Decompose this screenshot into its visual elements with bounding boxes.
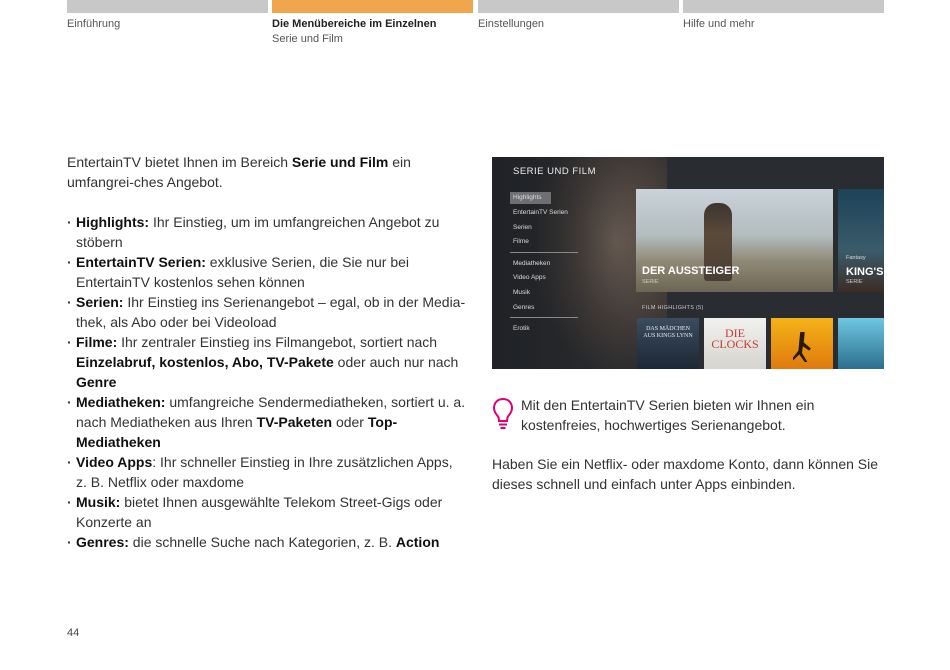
tab-label: Hilfe und mehr [683,18,755,30]
list-item: Mediatheken: umfangreiche Sendermediathe… [67,392,467,452]
poster-title: DIE CLOCKS [711,326,759,351]
tab-label: Einstellungen [478,18,545,30]
side-genre: Fantasy [846,255,866,261]
tv-menu-item[interactable]: Video Apps [510,271,582,286]
tab-hilfe[interactable]: Hilfe und mehr [683,0,884,30]
tab-label: Die Menübereiche im Einzelnen [272,18,437,30]
poster-tile[interactable] [838,318,884,369]
tv-menu: Highlights EntertainTV Serien Serien Fil… [510,192,582,337]
note-paragraph: Haben Sie ein Netflix- oder maxdome Kont… [492,456,879,492]
main-text: EntertainTV bietet Ihnen im Bereich Seri… [67,152,467,552]
tv-menu-item[interactable]: EntertainTV Serien [510,206,582,221]
list-item: Musik: bietet Ihnen ausgewählte Telekom … [67,492,467,532]
intro-paragraph: EntertainTV bietet Ihnen im Bereich Seri… [67,152,467,192]
tab-menuebereiche[interactable]: Die Menübereiche im Einzelnen Serie und … [272,0,473,45]
side-subtitle: SERIE [846,279,863,285]
poster-tile[interactable]: DIE CLOCKS [704,318,766,369]
tv-screenshot: SERIE UND FILM Highlights EntertainTV Se… [492,157,884,369]
intro-text: EntertainTV bietet Ihnen im Bereich [67,154,292,170]
poster-tile[interactable]: DAS MÄDCHEN AUS KINGS LYNN [637,318,699,369]
tv-menu-divider [510,251,578,253]
list-item: EntertainTV Serien: exklusive Serien, di… [67,252,467,292]
feature-list: Highlights: Ihr Einstieg, um im umfangre… [67,212,467,552]
tab-bar [683,0,884,13]
tv-menu-item-highlights[interactable]: Highlights [510,192,551,204]
side-title: KING'S [846,266,884,278]
list-item: Video Apps: Ihr schneller Einstieg in Ih… [67,452,467,492]
tv-row-label: FILM HIGHLIGHTS (5) [642,305,704,311]
tab-einfuehrung[interactable]: Einführung [67,0,268,30]
page-number: 44 [67,627,80,639]
hero-subtitle: SERIE [642,279,659,285]
section-tabs: Einführung Die Menübereiche im Einzelnen… [67,0,884,60]
tv-menu-item[interactable]: Mediatheken [510,257,582,272]
tab-bar [67,0,268,13]
tv-menu-item[interactable]: Erotik [510,322,582,337]
tv-menu-item[interactable]: Musik [510,286,582,301]
hero-title: DER AUSSTEIGER [642,265,740,277]
poster-tile[interactable] [771,318,833,369]
intro-bold: Serie und Film [291,154,389,170]
hint-text: Mit den EntertainTV Serien bieten wir Ih… [521,397,815,433]
tv-hero-tile[interactable]: DER AUSSTEIGER SERIE [636,189,833,292]
tab-label: Einführung [67,18,121,30]
poster-title: DAS MÄDCHEN AUS KINGS LYNN [643,326,693,339]
list-item: Highlights: Ihr Einstieg, um im umfangre… [67,212,467,252]
tv-menu-item[interactable]: Serien [510,221,582,236]
poster-runner-silhouette [793,332,811,362]
tv-menu-item[interactable]: Filme [510,235,582,250]
tab-sublabel: Serie und Film [272,33,343,45]
list-item: Filme: Ihr zentraler Einstieg ins Filman… [67,332,467,392]
tab-einstellungen[interactable]: Einstellungen [478,0,679,30]
tv-menu-divider [510,317,578,319]
tab-bar [478,0,679,13]
list-item: Genres: die schnelle Suche nach Kategori… [67,532,467,552]
list-item: Serien: Ihr Einstieg ins Serienangebot –… [67,292,467,332]
tv-header: SERIE UND FILM [513,166,597,177]
tab-bar-active [272,0,473,13]
tv-side-tile[interactable]: Fantasy KING'S SERIE [838,189,884,292]
lightbulb-icon [492,397,514,429]
tv-menu-item[interactable]: Genres [510,301,582,316]
